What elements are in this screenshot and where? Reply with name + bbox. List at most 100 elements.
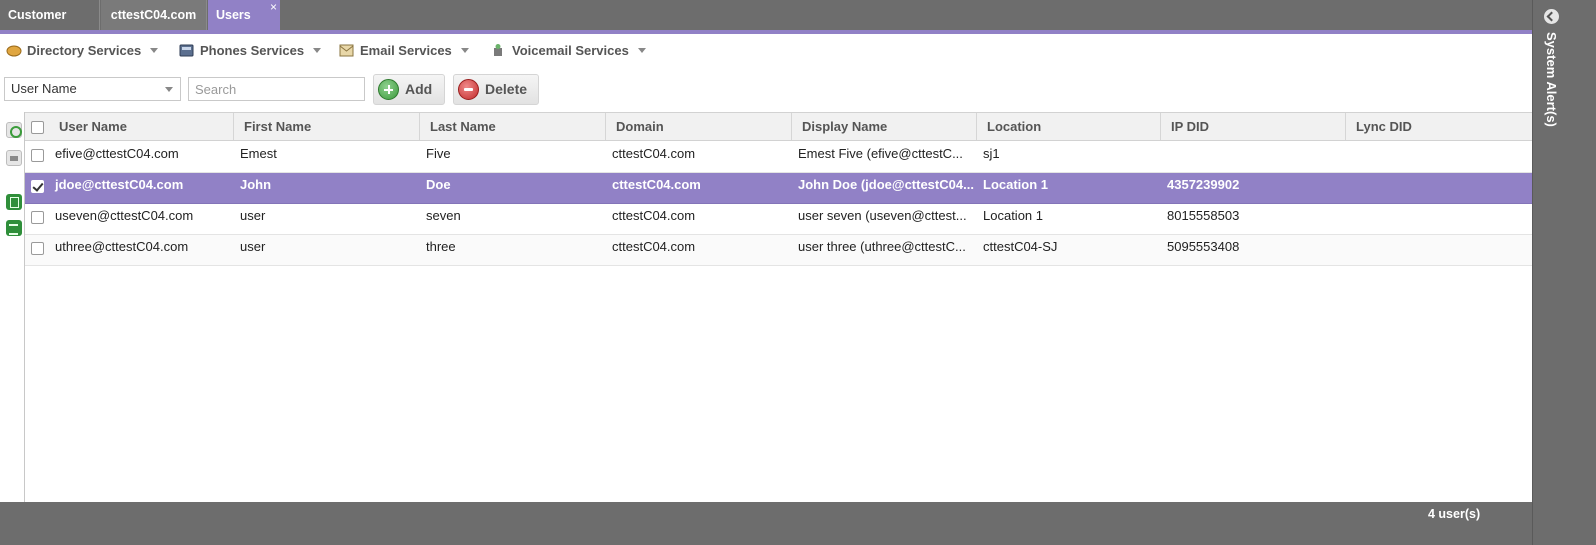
cell-lync-did (1346, 204, 1532, 234)
chevron-down-icon (460, 48, 469, 53)
app: Customer List cttestC04.com Users × Dire… (0, 0, 1596, 545)
column-header-domain[interactable]: Domain (606, 113, 792, 140)
column-label: Display Name (802, 119, 888, 134)
chevron-down-icon (165, 87, 173, 92)
phones-services-menu[interactable]: Phones Services (179, 40, 322, 62)
voicemail-services-menu[interactable]: Voicemail Services (491, 40, 646, 62)
grid-header: User Name First Name Last Name Domain Di… (25, 112, 1532, 141)
search-input[interactable] (188, 77, 365, 101)
tab-label: Users (216, 8, 251, 22)
system-alerts-title: System Alert(s) (1544, 32, 1559, 127)
user-count: 4 user(s) (1428, 507, 1481, 521)
column-header-user-name[interactable]: User Name (49, 113, 234, 140)
system-alerts-panel[interactable]: System Alert(s) (1532, 0, 1596, 545)
cell-first-name: user (240, 239, 266, 254)
search-field-select[interactable]: User Name (4, 77, 181, 101)
cell-display-name: user seven (useven@cttest... (798, 208, 967, 223)
cell-user-name: useven@cttestC04.com (55, 208, 194, 223)
chevron-down-icon (150, 48, 159, 53)
cell-first-name: user (240, 208, 266, 223)
tab-bar: Customer List cttestC04.com Users × (0, 0, 1560, 52)
status-bar: 4 user(s) (0, 502, 1532, 545)
row-checkbox[interactable] (31, 211, 44, 224)
directory-services-menu[interactable]: Directory Services (6, 40, 159, 62)
menu-label: Voicemail Services (512, 43, 629, 58)
delete-icon (458, 79, 479, 100)
delete-button[interactable]: Delete (453, 74, 539, 105)
cell-ip-did (1161, 142, 1346, 172)
export-excel-icon[interactable] (6, 194, 22, 210)
cell-user-name: efive@cttestC04.com (55, 146, 179, 161)
column-label: First Name (244, 119, 312, 134)
cell-last-name: three (426, 239, 456, 254)
tab-domain[interactable]: cttestC04.com (101, 0, 207, 30)
chevron-down-icon (313, 48, 322, 53)
tab-label: cttestC04.com (110, 8, 197, 22)
row-checkbox[interactable] (31, 242, 44, 255)
tab-users[interactable]: Users × (208, 0, 280, 30)
cell-last-name: Doe (426, 177, 451, 192)
cell-domain: cttestC04.com (612, 177, 701, 192)
column-header-lync-did[interactable]: Lync DID (1346, 113, 1532, 140)
refresh-icon[interactable] (6, 122, 22, 138)
delete-label: Delete (485, 81, 528, 97)
cell-display-name: user three (uthree@cttestC... (798, 239, 966, 254)
chevron-left-icon[interactable] (1544, 9, 1559, 24)
add-button[interactable]: Add (373, 74, 445, 105)
cell-lync-did (1346, 235, 1532, 265)
column-header-last-name[interactable]: Last Name (420, 113, 606, 140)
menu-label: Directory Services (27, 43, 142, 58)
menu-label: Phones Services (200, 43, 305, 58)
close-icon[interactable]: × (270, 0, 277, 22)
select-all-checkbox[interactable] (31, 121, 44, 134)
cell-location: Location 1 (983, 177, 1049, 192)
cell-domain: cttestC04.com (612, 239, 696, 254)
table-row[interactable]: uthree@cttestC04.com user three cttestC0… (25, 235, 1532, 266)
main-panel: Directory Services Phones Services Email… (0, 34, 1560, 502)
row-checkbox[interactable] (31, 149, 44, 162)
cell-ip-did: 5095553408 (1167, 239, 1240, 254)
column-label: Lync DID (1356, 119, 1412, 134)
cell-domain: cttestC04.com (612, 208, 696, 223)
column-label: User Name (59, 119, 127, 134)
column-header-location[interactable]: Location (977, 113, 1161, 140)
cell-user-name: uthree@cttestC04.com (55, 239, 189, 254)
phone-icon (179, 42, 195, 57)
column-label: Last Name (430, 119, 496, 134)
add-icon (378, 79, 399, 100)
cell-ip-did: 4357239902 (1167, 177, 1240, 192)
column-header-first-name[interactable]: First Name (234, 113, 420, 140)
cell-first-name: Emest (240, 146, 277, 161)
cell-display-name: John Doe (jdoe@cttestC04... (798, 177, 974, 192)
cell-first-name: John (240, 177, 272, 192)
voicemail-icon (491, 42, 507, 56)
cell-lync-did (1346, 173, 1532, 203)
cell-location: cttestC04-SJ (983, 239, 1058, 254)
cell-last-name: Five (426, 146, 451, 161)
cell-last-name: seven (426, 208, 461, 223)
row-checkbox-checked[interactable] (31, 180, 44, 193)
column-label: Domain (616, 119, 664, 134)
directory-icon (6, 42, 22, 57)
print-icon[interactable] (6, 150, 22, 166)
column-label: IP DID (1171, 119, 1210, 134)
side-tools (0, 112, 25, 502)
column-header-ip-did[interactable]: IP DID (1161, 113, 1346, 140)
users-grid: User Name First Name Last Name Domain Di… (25, 112, 1532, 502)
cell-location: sj1 (983, 146, 1000, 161)
tab-customer-list[interactable]: Customer List (0, 0, 100, 52)
cell-domain: cttestC04.com (612, 146, 696, 161)
select-value: User Name (11, 81, 77, 96)
cell-lync-did (1346, 142, 1532, 172)
table-row[interactable]: useven@cttestC04.com user seven cttestC0… (25, 204, 1532, 235)
chevron-down-icon (637, 48, 646, 53)
cell-display-name: Emest Five (efive@cttestC... (798, 146, 963, 161)
menu-label: Email Services (360, 43, 452, 58)
email-icon (339, 42, 355, 57)
column-label: Location (987, 119, 1042, 134)
email-services-menu[interactable]: Email Services (339, 40, 469, 62)
column-header-display-name[interactable]: Display Name (792, 113, 977, 140)
table-row[interactable]: efive@cttestC04.com Emest Five cttestC04… (25, 142, 1532, 173)
export-csv-icon[interactable] (6, 220, 22, 236)
table-row-selected[interactable]: jdoe@cttestC04.com John Doe cttestC04.co… (25, 173, 1532, 204)
